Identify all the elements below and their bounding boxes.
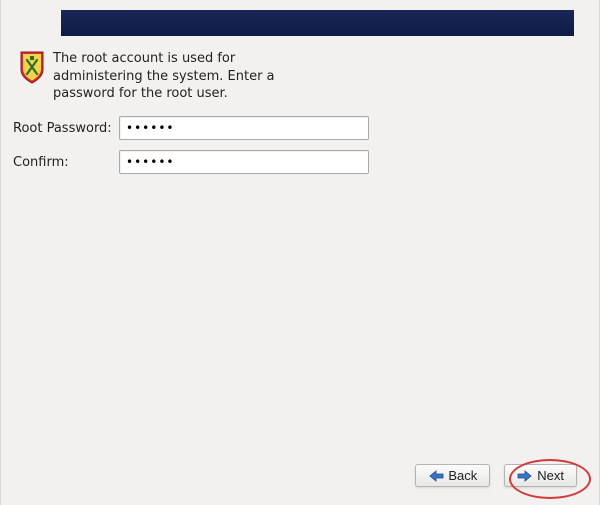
next-button-label: Next <box>537 468 564 483</box>
button-row: Back Next <box>415 464 577 487</box>
intro-text: The root account is used for administeri… <box>53 50 313 103</box>
shield-icon <box>19 50 45 84</box>
root-password-input[interactable] <box>119 116 369 140</box>
intro-block: The root account is used for administeri… <box>19 50 313 103</box>
confirm-label: Confirm: <box>13 155 119 170</box>
row-root-password: Root Password: <box>13 116 369 140</box>
title-bar <box>61 10 574 36</box>
back-button[interactable]: Back <box>415 464 490 487</box>
row-confirm: Confirm: <box>13 150 369 174</box>
root-password-label: Root Password: <box>13 121 119 136</box>
next-button[interactable]: Next <box>504 464 577 487</box>
back-button-label: Back <box>448 468 477 483</box>
arrow-right-icon <box>517 470 533 482</box>
confirm-password-input[interactable] <box>119 150 369 174</box>
arrow-left-icon <box>428 470 444 482</box>
